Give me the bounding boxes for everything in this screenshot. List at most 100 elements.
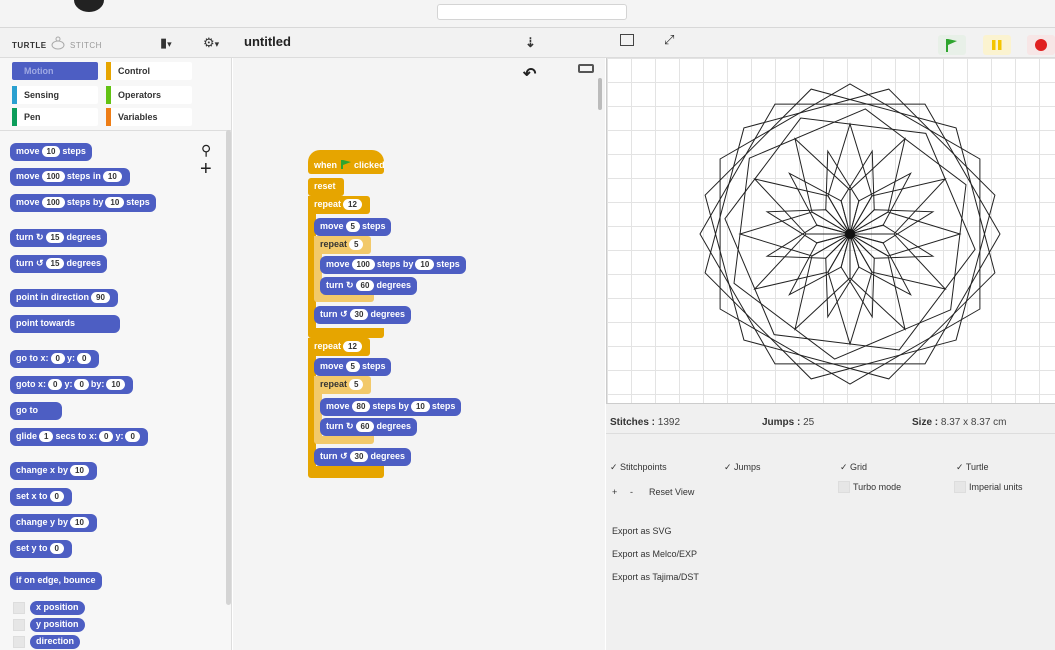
- pause-button[interactable]: [983, 35, 1011, 55]
- block-input[interactable]: 10: [41, 146, 61, 157]
- stage-canvas[interactable]: [606, 58, 1055, 404]
- move-block[interactable]: move 5 steps: [314, 358, 392, 376]
- hat-block[interactable]: when clicked: [308, 150, 385, 174]
- turbo-mode-checkbox[interactable]: [838, 481, 850, 493]
- block-input[interactable]: 10: [410, 401, 430, 412]
- block-input[interactable]: 80: [351, 401, 371, 412]
- block-input[interactable]: 100: [41, 171, 65, 182]
- block-go-to[interactable]: go to: [10, 402, 62, 420]
- category-pen[interactable]: Pen: [12, 108, 98, 126]
- file-menu-button[interactable]: ▮▾: [160, 35, 172, 51]
- turtlestitch-logo[interactable]: TURTLE STITCH: [12, 36, 102, 52]
- zoom-in-button[interactable]: +: [612, 487, 617, 497]
- category-variables[interactable]: Variables: [106, 108, 192, 126]
- block-input[interactable]: 10: [415, 259, 435, 270]
- block-input[interactable]: 100: [351, 259, 375, 270]
- block-input[interactable]: 1: [39, 431, 54, 442]
- move-block[interactable]: move 5 steps: [314, 218, 392, 236]
- xposition-checkbox[interactable]: [13, 602, 25, 614]
- category-control[interactable]: Control: [106, 62, 192, 80]
- turn-ccw-block[interactable]: turn ↺ 30 degrees: [314, 448, 411, 466]
- stop-button[interactable]: [1027, 35, 1055, 55]
- grid-toggle[interactable]: ✓ Grid: [840, 462, 867, 473]
- block-move-steps-by[interactable]: move 100 steps by 10 steps: [10, 194, 156, 212]
- block-input[interactable]: 0: [48, 379, 63, 390]
- block-input[interactable]: 0: [49, 491, 64, 502]
- block-input[interactable]: 10: [106, 379, 126, 390]
- block-input[interactable]: 5: [345, 221, 360, 232]
- address-bar[interactable]: [437, 4, 627, 20]
- block-turn-cw[interactable]: turn ↻ 15 degrees: [10, 229, 107, 247]
- fullscreen-icon[interactable]: ⤢: [664, 32, 674, 48]
- search-icon[interactable]: ⚲: [201, 142, 211, 159]
- block-point-in-direction[interactable]: point in direction 90: [10, 289, 118, 307]
- block-input[interactable]: 5: [349, 239, 364, 250]
- undo-icon[interactable]: ↶: [523, 64, 536, 84]
- block-input[interactable]: 12: [343, 199, 362, 210]
- block-input[interactable]: 100: [41, 197, 65, 208]
- jumps-toggle[interactable]: ✓ Jumps: [724, 462, 761, 473]
- reporter-direction[interactable]: direction: [30, 635, 81, 649]
- category-motion[interactable]: Motion: [12, 62, 98, 80]
- repeat-block[interactable]: repeat 12: [308, 338, 370, 356]
- block-input[interactable]: 60: [355, 280, 375, 291]
- block-input[interactable]: 5: [345, 361, 360, 372]
- block-input[interactable]: 5: [349, 379, 364, 390]
- block-input[interactable]: 10: [105, 197, 125, 208]
- move-steps-by-block[interactable]: move 80 steps by 10 steps: [320, 398, 462, 416]
- scripts-scrollbar[interactable]: [598, 78, 602, 110]
- plus-icon[interactable]: +: [200, 158, 212, 181]
- block-point-towards[interactable]: point towards: [10, 315, 120, 333]
- block-input[interactable]: 15: [45, 258, 65, 269]
- direction-checkbox[interactable]: [13, 636, 25, 648]
- reporter-x-position[interactable]: x position: [30, 601, 85, 615]
- cloud-button[interactable]: ⇣: [525, 35, 536, 51]
- reset-view-button[interactable]: Reset View: [649, 487, 694, 497]
- block-change-x[interactable]: change x by 10: [10, 462, 97, 480]
- zoom-out-button[interactable]: -: [630, 487, 633, 497]
- export-dst-button[interactable]: Export as Tajima/DST: [612, 572, 699, 582]
- block-if-on-edge-bounce[interactable]: if on edge, bounce: [10, 572, 102, 590]
- category-sensing[interactable]: Sensing: [12, 86, 98, 104]
- inner-repeat-block[interactable]: repeat 5: [314, 376, 372, 394]
- block-input[interactable]: 0: [50, 353, 65, 364]
- keyboard-icon[interactable]: [578, 64, 594, 73]
- scripts-area[interactable]: [233, 58, 605, 650]
- category-operators[interactable]: Operators: [106, 86, 192, 104]
- turn-cw-block[interactable]: turn ↻ 60 degrees: [320, 418, 417, 436]
- turtle-toggle[interactable]: ✓ Turtle: [956, 462, 989, 473]
- block-set-x[interactable]: set x to 0: [10, 488, 72, 506]
- block-change-y[interactable]: change y by 10: [10, 514, 97, 532]
- turn-cw-block[interactable]: turn ↻ 60 degrees: [320, 277, 417, 295]
- move-steps-by-block[interactable]: move 100 steps by 10 steps: [320, 256, 466, 274]
- repeat-block[interactable]: repeat 12: [308, 196, 370, 214]
- normal-stage-icon[interactable]: [620, 34, 634, 46]
- block-input[interactable]: 0: [125, 431, 140, 442]
- yposition-checkbox[interactable]: [13, 619, 25, 631]
- reporter-y-position[interactable]: y position: [30, 618, 85, 632]
- block-input[interactable]: 10: [102, 171, 122, 182]
- block-input[interactable]: 30: [349, 309, 369, 320]
- block-input[interactable]: 60: [355, 421, 375, 432]
- block-input[interactable]: 0: [49, 543, 64, 554]
- turn-ccw-block[interactable]: turn ↺ 30 degrees: [314, 306, 411, 324]
- block-set-y[interactable]: set y to 0: [10, 540, 72, 558]
- block-input[interactable]: 10: [70, 465, 89, 476]
- block-glide[interactable]: glide 1 secs to x: 0 y: 0: [10, 428, 148, 446]
- block-move-steps[interactable]: move 10 steps: [10, 143, 92, 161]
- inner-repeat-block[interactable]: repeat 5: [314, 236, 372, 254]
- block-turn-ccw[interactable]: turn ↺ 15 degrees: [10, 255, 107, 273]
- block-input[interactable]: 15: [45, 232, 65, 243]
- block-input[interactable]: 10: [70, 517, 89, 528]
- stitchpoints-toggle[interactable]: ✓ Stitchpoints: [610, 462, 667, 473]
- palette-scrollbar[interactable]: [226, 130, 231, 605]
- block-input[interactable]: 12: [343, 341, 362, 352]
- block-go-to-xy[interactable]: go to x: 0 y: 0: [10, 350, 100, 368]
- block-input[interactable]: 0: [76, 353, 92, 364]
- block-input[interactable]: 0: [99, 431, 114, 442]
- settings-menu-button[interactable]: ⚙▾: [203, 35, 219, 51]
- block-input[interactable]: 30: [349, 451, 369, 462]
- block-move-steps-in[interactable]: move 100 steps in 10: [10, 168, 130, 186]
- green-flag-button[interactable]: [938, 35, 966, 55]
- export-exp-button[interactable]: Export as Melco/EXP: [612, 549, 697, 559]
